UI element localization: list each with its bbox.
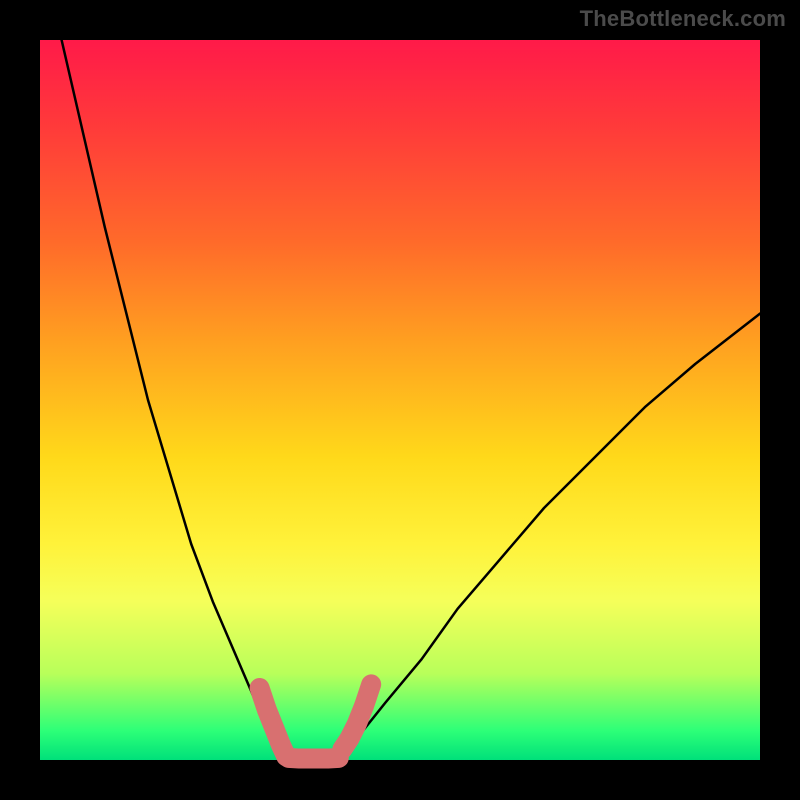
- plot-area: [40, 40, 760, 760]
- series-right-branch: [335, 314, 760, 760]
- series-highlight-right-wall: [342, 684, 371, 749]
- chart-stage: TheBottleneck.com: [0, 0, 800, 800]
- chart-svg: [40, 40, 760, 760]
- series-layer: [62, 40, 760, 760]
- series-highlight-left-wall: [260, 688, 287, 756]
- watermark-text: TheBottleneck.com: [580, 6, 786, 32]
- series-highlight-floor: [288, 758, 338, 759]
- series-left-branch: [62, 40, 292, 760]
